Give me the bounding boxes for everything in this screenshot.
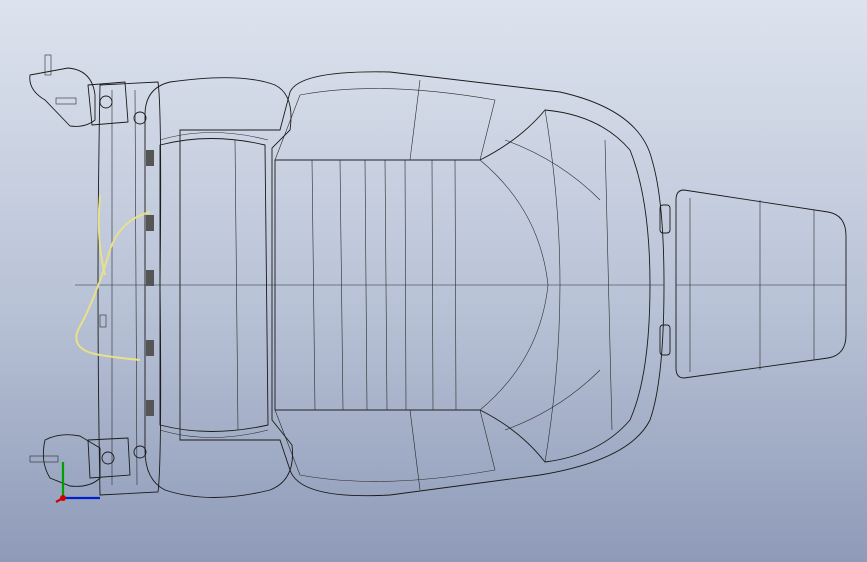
wire-harness xyxy=(75,194,151,361)
headrest[interactable] xyxy=(659,189,847,379)
seat-bottom-cushion[interactable] xyxy=(75,71,665,497)
seat-back-cushion[interactable] xyxy=(144,77,293,498)
cad-viewport[interactable] xyxy=(0,0,867,562)
coordinate-triad-icon xyxy=(55,462,100,503)
recliner-mechanism-top[interactable] xyxy=(29,54,129,127)
recliner-mechanism-bottom[interactable] xyxy=(29,434,131,487)
seat-back-frame[interactable] xyxy=(97,81,162,496)
seat-model[interactable] xyxy=(0,0,867,562)
